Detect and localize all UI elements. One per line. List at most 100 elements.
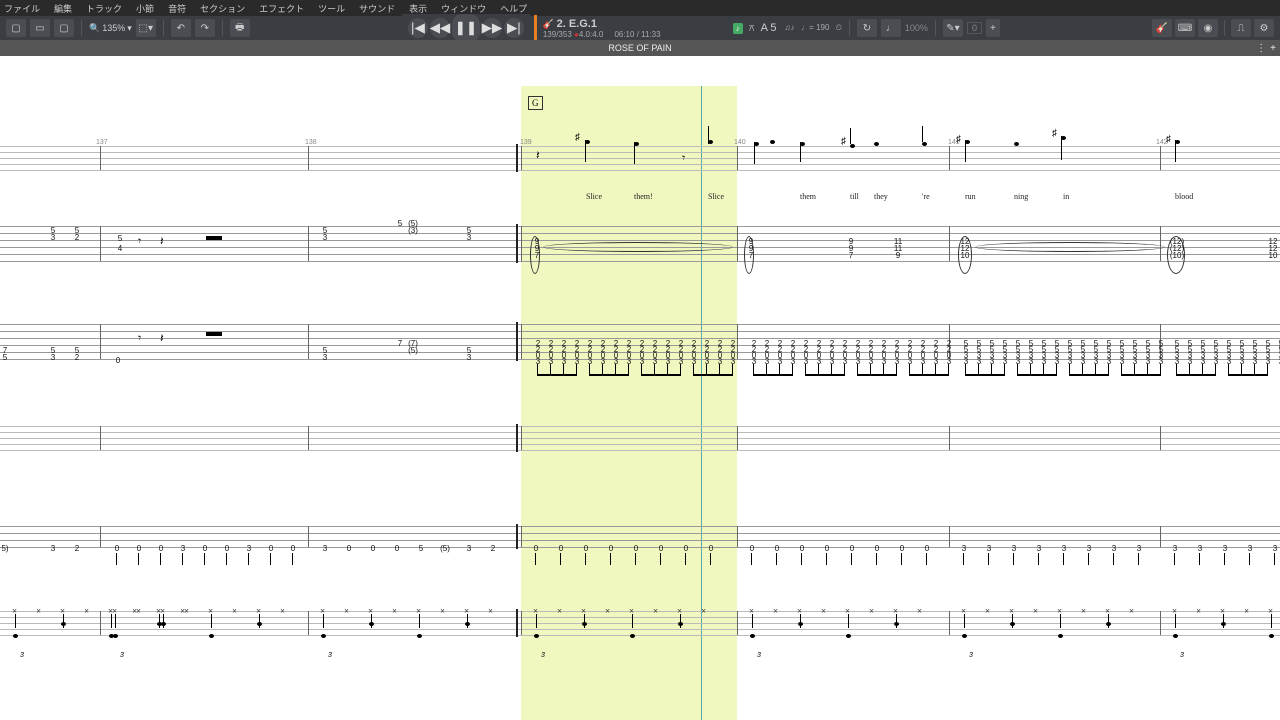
panel-bottom-button[interactable]: ▭ — [30, 19, 50, 37]
menu-file[interactable]: ファイル — [4, 2, 40, 15]
tab-fret: 3 — [944, 357, 954, 366]
tab-fret: 3 — [1009, 544, 1019, 553]
tab-fret: 0 — [656, 544, 666, 553]
undo-button[interactable]: ↶ — [171, 19, 191, 37]
tuning-badge[interactable]: ♪ — [733, 23, 743, 34]
tab-fret: 0 — [392, 544, 402, 553]
speed-percent[interactable]: 100% — [905, 23, 928, 33]
tab-fret: 3 — [1059, 544, 1069, 553]
transpose-up-button[interactable]: + — [986, 19, 1000, 37]
lyric-word: Slice — [586, 192, 602, 201]
panel-right-button[interactable]: ▢ — [54, 19, 74, 37]
time-current: 06:10 — [614, 30, 634, 39]
tab-fret: 3 — [974, 357, 984, 366]
zoom-control[interactable]: 🔍 135% ▾ — [89, 23, 132, 34]
lyric-word: 're — [922, 192, 930, 201]
tab-fret: 3 — [637, 357, 647, 366]
tab-fret: 3 — [1211, 357, 1221, 366]
menu-view[interactable]: 表示 — [409, 2, 427, 15]
tab-fret: 3 — [892, 357, 902, 366]
menubar: ファイル 編集 トラック 小節 音符 セクション エフェクト ツール サウンド … — [0, 0, 1280, 16]
tab-fret: 0 — [797, 544, 807, 553]
tab-fret: 3 — [1026, 357, 1036, 366]
menu-sound[interactable]: サウンド — [359, 2, 395, 15]
settings-button[interactable]: ⚙ — [1254, 19, 1274, 37]
tab-fret: 3 — [749, 357, 759, 366]
mixer-button[interactable]: ⎍ — [1231, 19, 1251, 37]
tab-fret: 3 — [1013, 357, 1023, 366]
tab-fret: 3 — [801, 357, 811, 366]
tab-fret: 3 — [1237, 357, 1247, 366]
tab-fret: 3 — [1263, 357, 1273, 366]
skip-start-button[interactable]: |◀ — [408, 18, 428, 38]
transpose-button[interactable]: ✎▾ — [943, 19, 963, 37]
section-marker: G — [528, 96, 543, 110]
transport-controls: |◀ ◀◀ ❚❚ ▶▶ ▶| — [402, 14, 530, 42]
tab-fret: 3 — [1065, 357, 1075, 366]
tab-fret: 3 — [1195, 544, 1205, 553]
tab-fret: 0 — [822, 544, 832, 553]
tab-fret: 3 — [1130, 357, 1140, 366]
bar-number: 140 — [734, 139, 746, 146]
title-add-icon[interactable]: + — [1270, 43, 1276, 54]
note-duration-button[interactable]: ♩ — [881, 19, 901, 37]
tab-fret: 0 — [706, 544, 716, 553]
tab-fret: 3 — [244, 544, 254, 553]
guitar-icon: 🎸 — [543, 19, 554, 29]
metronome-icon[interactable]: ⏲ — [836, 23, 842, 32]
chevron-down-icon: ▾ — [127, 23, 132, 34]
tempo-icon: ♩= — [801, 23, 814, 32]
tab-fret: 3 — [918, 357, 928, 366]
tab-fret: 3 — [598, 357, 608, 366]
tab-fret: 0 — [581, 544, 591, 553]
rewind-button[interactable]: ◀◀ — [430, 18, 450, 38]
tab-fret: 3 — [559, 357, 569, 366]
skip-end-button[interactable]: ▶| — [504, 18, 524, 38]
menu-window[interactable]: ウィンドウ — [441, 2, 486, 15]
tab-fret: 3 — [1000, 357, 1010, 366]
track-info-panel: 🎸 2. E.G.1 139/353 ●4.0:4.0 06:10 / 11:3… — [534, 15, 777, 41]
tab-fret: 3 — [1224, 357, 1234, 366]
menu-effect[interactable]: エフェクト — [259, 2, 304, 15]
tab-fret: 0 — [368, 544, 378, 553]
bar-number: 138 — [305, 139, 317, 146]
menu-section[interactable]: セクション — [200, 2, 245, 15]
redo-button[interactable]: ↷ — [195, 19, 215, 37]
menu-bar[interactable]: 小節 — [136, 2, 154, 15]
tab-fret: 0 — [266, 544, 276, 553]
tab-fret: 3 — [959, 544, 969, 553]
transpose-value[interactable]: 0 — [967, 22, 982, 34]
tab-fret: 3 — [879, 357, 889, 366]
forward-button[interactable]: ▶▶ — [482, 18, 502, 38]
tab-fret: 0 — [288, 544, 298, 553]
lyric-word: till — [850, 192, 859, 201]
menu-edit[interactable]: 編集 — [54, 2, 72, 15]
menu-note[interactable]: 音符 — [168, 2, 186, 15]
title-options-icon[interactable]: ⋮ — [1256, 43, 1266, 54]
fit-width-button[interactable]: ⬚▾ — [136, 19, 156, 37]
note-icon: ♫♪ — [784, 23, 794, 32]
play-pause-button[interactable]: ❚❚ — [452, 14, 480, 42]
keyboard-button[interactable]: ⌨ — [1175, 19, 1195, 37]
drumpad-button[interactable]: ◉ — [1198, 19, 1218, 37]
fretboard-button[interactable]: 🎸 — [1152, 19, 1172, 37]
panel-left-button[interactable]: ▢ — [6, 19, 26, 37]
lyric-word: them — [800, 192, 816, 201]
menu-tool[interactable]: ツール — [318, 2, 345, 15]
lyric-word: they — [874, 192, 888, 201]
print-button[interactable]: 🖶 — [230, 19, 250, 37]
score-viewport[interactable]: G 137 138 139 140 141 142 𝄽 ♯ 𝄾 ♯ ♯ ♯ ♯ … — [0, 56, 1280, 720]
tab-fret: 3 — [572, 357, 582, 366]
tab-fret: 3 — [1198, 357, 1208, 366]
tab-fret: 2 — [488, 544, 498, 553]
loop-button[interactable]: ↻ — [857, 19, 877, 37]
lyric-word: in — [1063, 192, 1069, 201]
menu-track[interactable]: トラック — [86, 2, 122, 15]
tab-fret: 3 — [1172, 357, 1182, 366]
menu-help[interactable]: ヘルプ — [500, 2, 527, 15]
beat-position: 4.0:4.0 — [579, 30, 603, 39]
tuning-fork-icon[interactable]: ⚻ — [749, 23, 755, 34]
tab-fret: 3 — [775, 357, 785, 366]
tab-fret: 3 — [663, 357, 673, 366]
tab-fret: 3 — [1117, 357, 1127, 366]
